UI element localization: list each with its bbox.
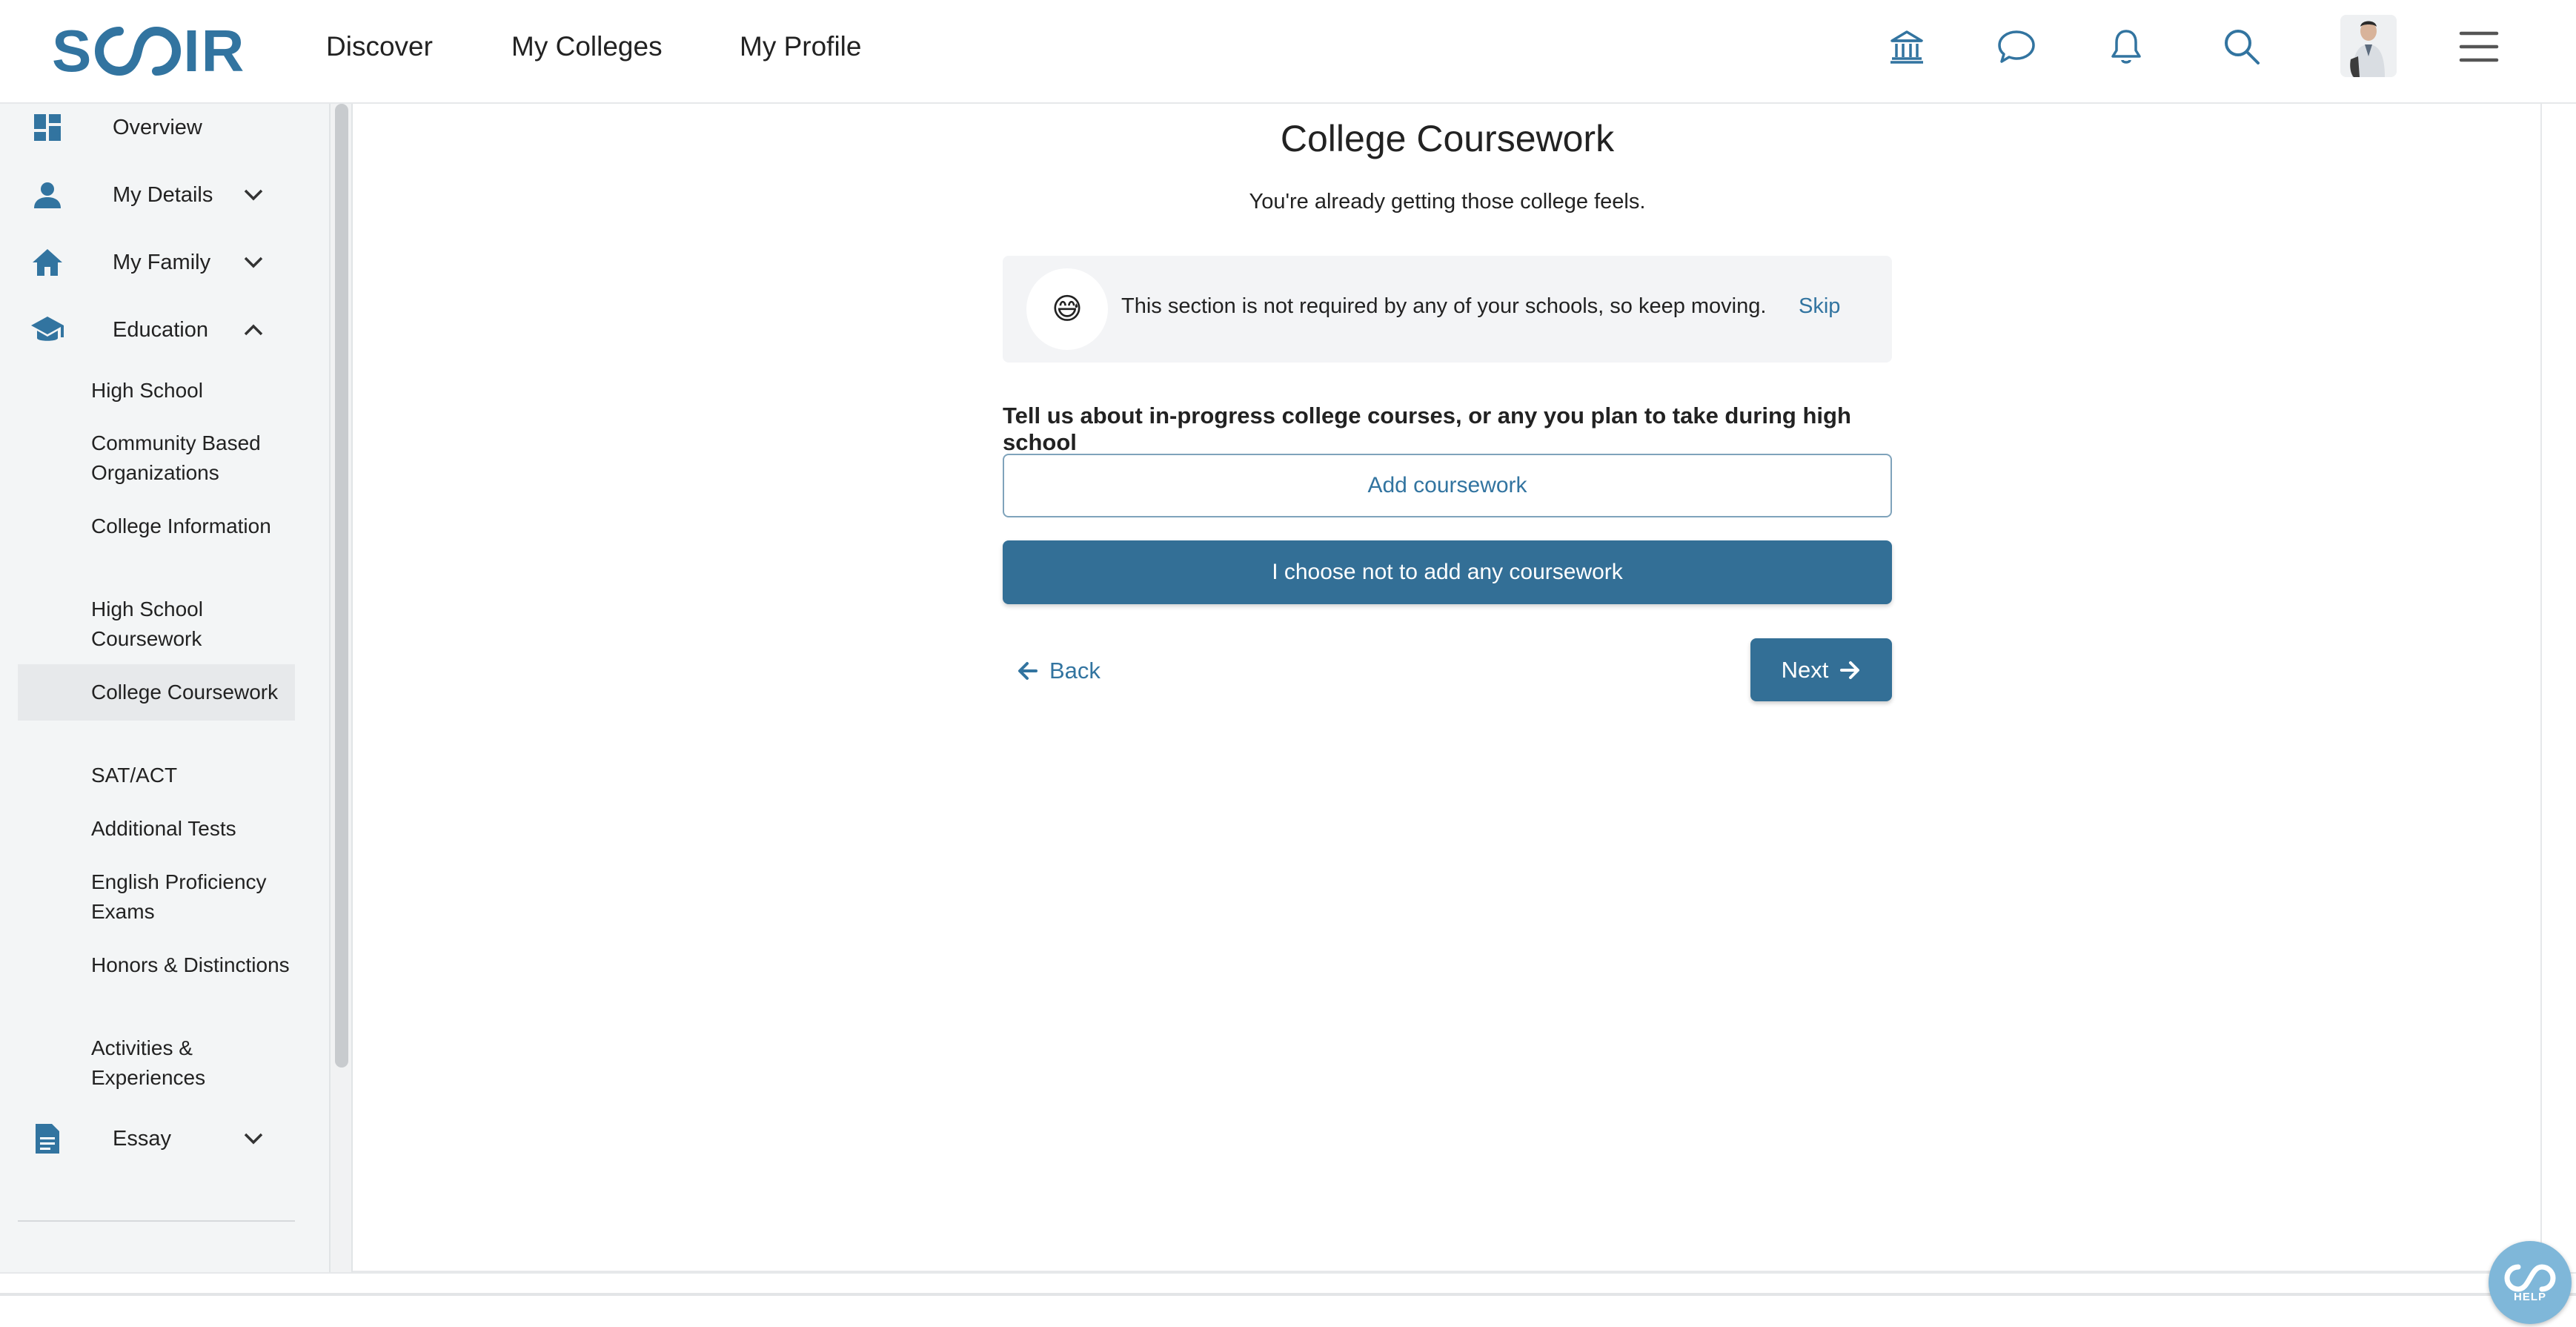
page-title: College Coursework xyxy=(1280,118,1615,159)
next-button[interactable]: Next xyxy=(1750,638,1892,701)
bell-icon[interactable] xyxy=(2100,21,2152,73)
sidebar-label-my-details: My Details xyxy=(113,182,213,207)
add-coursework-button[interactable]: Add coursework xyxy=(1003,454,1892,517)
chat-icon[interactable] xyxy=(1991,21,2042,73)
scoir-logo[interactable]: S IR xyxy=(52,18,245,85)
graduation-cap-icon xyxy=(28,311,67,349)
next-label: Next xyxy=(1781,656,1829,683)
nav-my-profile[interactable]: My Profile xyxy=(740,28,861,65)
back-label: Back xyxy=(1049,658,1101,684)
skip-link[interactable]: Skip xyxy=(1799,294,1840,319)
chevron-down-icon[interactable] xyxy=(240,249,267,276)
sidebar-subitem-college-information[interactable]: College Information xyxy=(18,498,295,555)
home-icon xyxy=(28,243,67,282)
infinity-icon xyxy=(2504,1263,2556,1292)
coursework-prompt: Tell us about in-progress college course… xyxy=(1003,403,1851,455)
logo-infinity-mark xyxy=(94,25,182,77)
arrow-left-icon xyxy=(1018,662,1038,680)
sidebar-item-overview[interactable]: Overview xyxy=(0,98,311,157)
page-subtitle: You're already getting those college fee… xyxy=(1249,190,1646,214)
sidebar-item-essay[interactable]: Essay xyxy=(0,1109,311,1168)
chevron-down-icon[interactable] xyxy=(240,1125,267,1152)
sidebar-label-essay: Essay xyxy=(113,1126,171,1151)
decline-coursework-button[interactable]: I choose not to add any coursework xyxy=(1003,540,1892,604)
dashboard-icon xyxy=(28,108,67,147)
sidebar-subitem-sat-act[interactable]: SAT/ACT xyxy=(18,747,295,804)
bottom-divider xyxy=(0,1293,2576,1296)
bottom-bar xyxy=(0,1272,2576,1327)
optional-section-notice: 😅 This section is not required by any of… xyxy=(1003,256,1892,363)
back-button[interactable]: Back xyxy=(1017,652,1101,689)
sweat-smile-icon: 😅 xyxy=(1026,268,1108,350)
sidebar-scrollbar-thumb[interactable] xyxy=(335,104,348,1068)
menu-icon[interactable] xyxy=(2453,21,2505,73)
sidebar-subitem-community-based-organizations[interactable]: Community Based Organizations xyxy=(18,415,295,501)
sidebar-item-my-details[interactable]: My Details xyxy=(0,165,311,225)
search-icon[interactable] xyxy=(2216,21,2268,73)
sidebar-subitem-additional-tests[interactable]: Additional Tests xyxy=(18,801,295,857)
college-icon[interactable] xyxy=(1881,21,1933,73)
logo-text-left: S xyxy=(52,18,93,84)
sidebar-subitem-college-coursework[interactable]: College Coursework xyxy=(18,664,295,721)
sidebar-subitem-high-school-coursework[interactable]: High School Coursework xyxy=(18,581,295,667)
help-button[interactable]: HELP xyxy=(2489,1241,2572,1324)
chevron-down-icon[interactable] xyxy=(240,182,267,208)
sidebar-subitem-english-proficiency-exams[interactable]: English Proficiency Exams xyxy=(18,854,295,940)
document-icon xyxy=(28,1119,67,1158)
sidebar-subitem-activities-experiences[interactable]: Activities & Experiences xyxy=(18,1020,295,1106)
person-icon xyxy=(28,176,67,214)
sidebar-divider xyxy=(18,1220,295,1222)
sidebar-label-my-family: My Family xyxy=(113,250,211,274)
sidebar-label-overview: Overview xyxy=(113,115,202,139)
sidebar-subitem-honors-distinctions[interactable]: Honors & Distinctions xyxy=(18,937,295,993)
sidebar-item-education[interactable]: Education xyxy=(0,300,311,360)
nav-my-colleges[interactable]: My Colleges xyxy=(511,28,663,65)
sidebar-label-education: Education xyxy=(113,317,208,342)
top-navigation-bar: S IR Discover My Colleges My Profile xyxy=(0,0,2576,104)
nav-discover[interactable]: Discover xyxy=(326,28,433,65)
arrow-right-icon xyxy=(1840,661,1860,679)
help-label: HELP xyxy=(2513,1290,2546,1303)
avatar[interactable] xyxy=(2340,15,2397,77)
chevron-up-icon[interactable] xyxy=(240,317,267,343)
notice-emoji: 😅 xyxy=(1052,293,1083,325)
notice-text: This section is not required by any of y… xyxy=(1121,294,1767,318)
sidebar-subitem-high-school[interactable]: High School xyxy=(18,363,295,419)
logo-text-right: IR xyxy=(183,18,246,84)
sidebar-item-my-family[interactable]: My Family xyxy=(0,233,311,292)
